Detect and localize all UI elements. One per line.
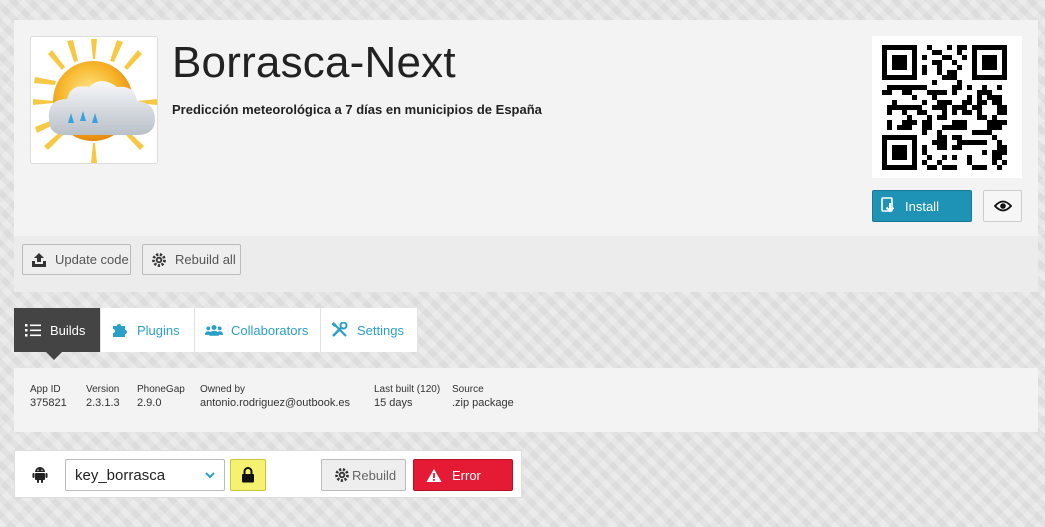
tab-bar: Builds Plugins Collaborators Settings (14, 308, 418, 360)
app-icon (30, 36, 158, 164)
upload-icon (31, 252, 47, 268)
info-value: 2.9.0 (137, 397, 162, 409)
info-key: Source (452, 384, 484, 395)
info-key: PhoneGap (137, 384, 185, 395)
app-title: Borrasca-Next (172, 38, 456, 87)
update-code-button[interactable]: Update code (22, 244, 131, 275)
tab-plugins-label: Plugins (137, 322, 180, 338)
tab-builds[interactable]: Builds (14, 308, 101, 360)
info-key: Version (86, 384, 120, 395)
info-value: 375821 (30, 397, 67, 409)
info-last-built: Last built (120) 15 days (374, 384, 440, 409)
rebuild-label: Rebuild (352, 467, 397, 483)
unlock-key-button[interactable] (230, 459, 266, 491)
update-code-label: Update code (55, 252, 129, 267)
users-icon (205, 322, 223, 338)
info-owner: Owned by antonio.rodriguez@outbook.es (200, 384, 350, 409)
tab-builds-label: Builds (50, 322, 86, 338)
info-key: Last built (120) (374, 384, 441, 395)
gear-refresh-icon (334, 467, 350, 483)
app-card: Borrasca-Next Predicción meteorológica a… (14, 20, 1038, 236)
weather-sun-cloud-icon (33, 39, 157, 163)
tab-plugins[interactable]: Plugins (101, 308, 195, 352)
info-source: Source .zip package (452, 384, 514, 409)
android-build-row: key_borrasca Rebuild Error (14, 450, 522, 498)
info-value: .zip package (452, 397, 514, 409)
build-error-button[interactable]: Error (413, 459, 513, 491)
info-value: 2.3.1.3 (86, 397, 120, 409)
android-icon (32, 466, 48, 483)
app-description: Predicción meteorológica a 7 días en mun… (172, 102, 542, 117)
gear-refresh-icon (151, 252, 167, 268)
signing-key-select[interactable]: key_borrasca (65, 459, 225, 491)
build-status-label: Error (452, 467, 481, 483)
tab-collaborators[interactable]: Collaborators (195, 308, 321, 352)
qr-code[interactable] (872, 36, 1022, 178)
info-app-id: App ID 375821 (30, 384, 67, 409)
lock-icon (242, 467, 254, 483)
preview-button[interactable] (983, 190, 1022, 222)
app-info-panel: App ID 375821 Version 2.3.1.3 PhoneGap 2… (14, 368, 1038, 432)
tab-settings-label: Settings (357, 322, 404, 338)
puzzle-icon (111, 322, 129, 338)
action-bar: Update code Rebuild all (14, 236, 1038, 292)
qr-code-icon (882, 45, 1007, 170)
info-key: App ID (30, 384, 61, 395)
download-icon (881, 197, 897, 215)
info-value: 15 days (374, 397, 413, 409)
list-icon (24, 322, 42, 338)
rebuild-all-label: Rebuild all (175, 252, 236, 267)
info-key: Owned by (200, 384, 246, 395)
info-phonegap: PhoneGap 2.9.0 (137, 384, 185, 409)
eye-icon (993, 200, 1012, 212)
install-label: Install (905, 198, 939, 214)
tab-settings[interactable]: Settings (321, 308, 418, 352)
rebuild-all-button[interactable]: Rebuild all (142, 244, 241, 275)
info-version: Version 2.3.1.3 (86, 384, 120, 409)
rebuild-button[interactable]: Rebuild (321, 459, 406, 491)
info-value: antonio.rodriguez@outbook.es (200, 397, 350, 409)
signing-key-value: key_borrasca (75, 466, 166, 484)
warning-icon (426, 468, 442, 483)
wrench-screwdriver-icon (331, 322, 349, 338)
install-button[interactable]: Install (872, 190, 972, 222)
tab-collaborators-label: Collaborators (231, 322, 309, 338)
chevron-down-icon (204, 469, 216, 481)
